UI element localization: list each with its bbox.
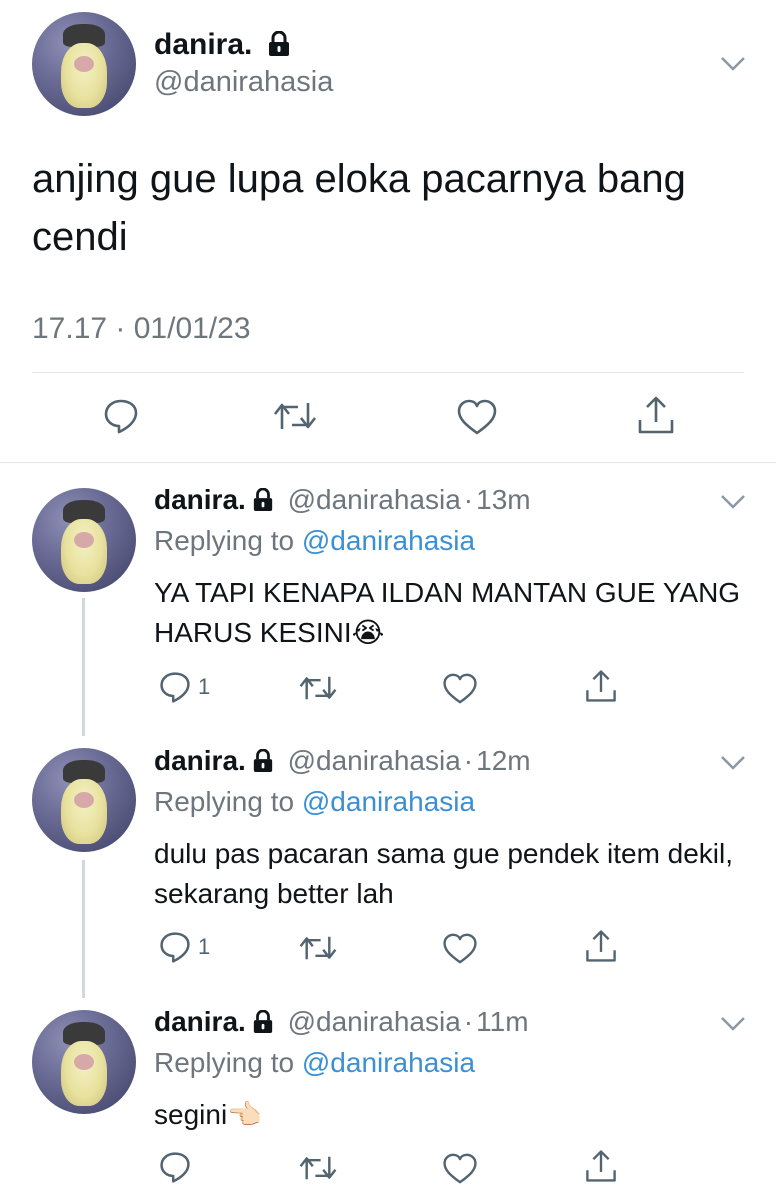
thread-line — [82, 598, 85, 736]
reply-text: YA TAPI KENAPA ILDAN MANTAN GUE YANG HAR… — [154, 577, 741, 648]
handle[interactable]: @danirahasia — [288, 1006, 461, 1037]
divider — [0, 462, 776, 463]
like-button[interactable] — [442, 672, 478, 705]
replying-to: Replying to @danirahasia — [154, 1047, 475, 1079]
reply-icon — [160, 1152, 190, 1183]
handle[interactable]: @danirahasia — [288, 745, 461, 776]
retweet-icon — [299, 1156, 337, 1180]
lock-icon — [253, 488, 272, 511]
avatar-face — [61, 519, 107, 584]
share-icon — [586, 670, 616, 702]
reply-count: 1 — [198, 934, 211, 959]
retweet-button[interactable] — [298, 933, 338, 963]
display-name[interactable]: danira. — [154, 484, 246, 515]
reply-icon — [160, 672, 190, 703]
reply-button[interactable]: 1 — [158, 670, 210, 704]
share-button[interactable] — [584, 668, 618, 704]
main-tweet-text: anjing gue lupa eloka pacarnya bang cend… — [32, 157, 686, 259]
reply-header: danira. @danirahasia · 13m — [154, 484, 531, 516]
avatar-face — [61, 779, 107, 844]
share-icon — [586, 1150, 616, 1182]
share-icon — [638, 396, 674, 434]
reply-button[interactable]: 1 — [158, 930, 210, 964]
retweet-button[interactable] — [298, 673, 338, 703]
main-timestamp[interactable]: 17.17 · 01/01/23 — [32, 312, 251, 346]
reply-icon — [160, 932, 190, 963]
retweet-button[interactable] — [272, 399, 318, 433]
handle[interactable]: @danirahasia — [288, 484, 461, 515]
time-ago[interactable]: 13m — [476, 484, 530, 515]
reply-button[interactable] — [102, 397, 140, 435]
retweet-icon — [299, 676, 337, 700]
time-ago[interactable]: 11m — [476, 1006, 528, 1037]
reply-text: segini👈🏻 — [154, 1099, 263, 1130]
thread-line — [82, 860, 85, 998]
retweet-icon — [273, 403, 317, 429]
chevron-down-icon[interactable] — [720, 56, 746, 72]
display-name-text: danira. — [154, 28, 253, 61]
like-button[interactable] — [442, 1152, 478, 1185]
dot-separator: · — [463, 1006, 474, 1037]
replying-to-link[interactable]: @danirahasia — [302, 525, 475, 556]
replying-to: Replying to @danirahasia — [154, 525, 475, 557]
like-icon — [443, 673, 477, 704]
retweet-icon — [299, 936, 337, 960]
display-name[interactable]: danira. — [154, 745, 246, 776]
share-icon — [586, 930, 616, 962]
like-icon — [443, 1153, 477, 1184]
like-icon — [443, 933, 477, 964]
share-button[interactable] — [636, 394, 676, 436]
dot-separator: · — [463, 484, 474, 515]
avatar[interactable] — [32, 488, 136, 592]
avatar-face — [61, 43, 107, 108]
share-button[interactable] — [584, 928, 618, 964]
reply-header: danira. @danirahasia · 12m — [154, 745, 531, 777]
avatar[interactable] — [32, 12, 136, 116]
retweet-button[interactable] — [298, 1153, 338, 1183]
main-handle[interactable]: @danirahasia — [154, 66, 333, 99]
chevron-down-icon[interactable] — [720, 494, 746, 510]
chevron-down-icon[interactable] — [720, 755, 746, 771]
replying-to-link[interactable]: @danirahasia — [302, 786, 475, 817]
replying-to-link[interactable]: @danirahasia — [302, 1047, 475, 1078]
lock-icon — [253, 1010, 272, 1033]
lock-icon — [253, 749, 272, 772]
time-ago[interactable]: 12m — [476, 745, 530, 776]
reply-button[interactable] — [158, 1150, 198, 1184]
divider — [32, 372, 744, 373]
display-name[interactable]: danira. — [154, 1006, 246, 1037]
like-button[interactable] — [456, 398, 498, 436]
reply-text: dulu pas pacaran sama gue pendek item de… — [154, 838, 734, 909]
avatar-face — [61, 1041, 107, 1106]
replying-to-label: Replying to — [154, 525, 295, 556]
dot-separator: · — [463, 745, 474, 776]
like-button[interactable] — [442, 932, 478, 965]
reply-count: 1 — [198, 674, 211, 699]
replying-to-label: Replying to — [154, 786, 295, 817]
main-display-name[interactable]: danira. — [154, 28, 291, 62]
lock-icon — [268, 31, 289, 56]
replying-to-label: Replying to — [154, 1047, 295, 1078]
share-button[interactable] — [584, 1148, 618, 1184]
avatar[interactable] — [32, 748, 136, 852]
like-icon — [457, 399, 497, 435]
chevron-down-icon[interactable] — [720, 1016, 746, 1032]
avatar[interactable] — [32, 1010, 136, 1114]
reply-header: danira. @danirahasia · 11m — [154, 1006, 529, 1038]
replying-to: Replying to @danirahasia — [154, 786, 475, 818]
reply-icon — [104, 399, 138, 434]
